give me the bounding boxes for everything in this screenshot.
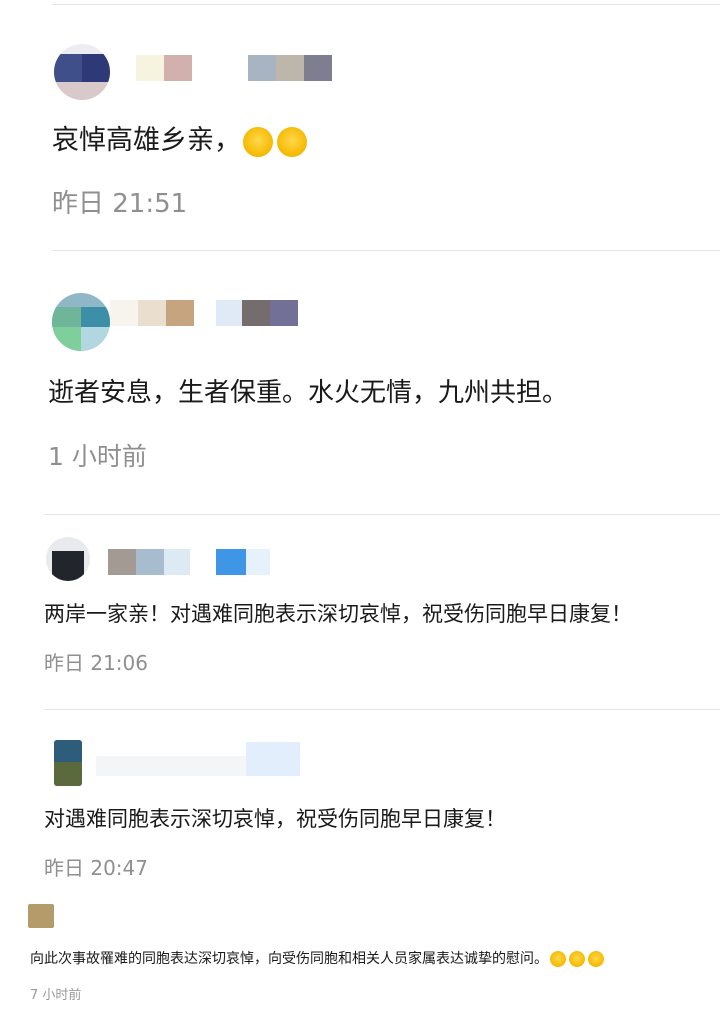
avatar[interactable] xyxy=(52,293,110,351)
avatar-pixel xyxy=(52,327,81,351)
comment-text-content: 向此次事故罹难的同胞表达深切哀悼，向受伤同胞和相关人员家属表达诚挚的慰问。 xyxy=(30,951,548,967)
comment-text: 哀悼高雄乡亲， xyxy=(52,122,307,160)
avatar[interactable] xyxy=(54,740,82,786)
comment-text: 向此次事故罹难的同胞表达深切哀悼，向受伤同胞和相关人员家属表达诚挚的慰问。 xyxy=(30,948,604,970)
comment-timestamp: 昨日 21:06 xyxy=(44,651,148,675)
crying-face-icon xyxy=(243,126,273,157)
username-redacted[interactable] xyxy=(96,742,300,776)
comment-timestamp: 昨日 20:47 xyxy=(44,856,148,880)
comment-feed: 哀悼高雄乡亲， 昨日 21:51 逝者安息，生者保重。水火无情，九州共担。 1 … xyxy=(0,0,720,1016)
avatar-pixel xyxy=(82,54,110,82)
comment-text-content: 哀悼高雄乡亲， xyxy=(52,125,241,156)
crying-face-icon xyxy=(550,951,566,967)
avatar-pixel xyxy=(52,307,81,327)
avatar-pixel xyxy=(54,82,110,100)
comment-timestamp: 1 小时前 xyxy=(48,442,147,471)
avatar-pixel xyxy=(81,307,110,327)
avatar[interactable] xyxy=(54,44,110,100)
comment-timestamp: 昨日 21:51 xyxy=(52,189,188,219)
comment-item[interactable]: 对遇难同胞表示深切哀悼，祝受伤同胞早日康复！ 昨日 20:47 xyxy=(0,710,720,904)
crying-face-icon xyxy=(588,951,604,967)
comment-item[interactable]: 哀悼高雄乡亲， 昨日 21:51 xyxy=(0,0,720,250)
comment-item[interactable]: 逝者安息，生者保重。水火无情，九州共担。 1 小时前 xyxy=(0,251,720,514)
username-redacted[interactable] xyxy=(136,55,332,81)
crying-face-icon xyxy=(569,951,585,967)
avatar-pixel xyxy=(54,762,82,786)
comment-text: 对遇难同胞表示深切哀悼，祝受伤同胞早日康复！ xyxy=(44,807,506,831)
comment-text: 两岸一家亲！对遇难同胞表示深切哀悼，祝受伤同胞早日康复！ xyxy=(44,602,632,626)
avatar[interactable] xyxy=(28,904,54,928)
comment-item[interactable]: 两岸一家亲！对遇难同胞表示深切哀悼，祝受伤同胞早日康复！ 昨日 21:06 xyxy=(0,515,720,709)
username-redacted[interactable] xyxy=(108,549,270,575)
comment-item[interactable]: 向此次事故罹难的同胞表达深切哀悼，向受伤同胞和相关人员家属表达诚挚的慰问。 7 … xyxy=(0,900,720,1016)
username-redacted[interactable] xyxy=(110,300,298,326)
comment-text: 逝者安息，生者保重。水火无情，九州共担。 xyxy=(48,378,569,408)
crying-face-icon xyxy=(277,126,307,157)
avatar-pixel xyxy=(81,327,110,351)
avatar[interactable] xyxy=(46,537,90,581)
avatar-pixel xyxy=(52,551,84,581)
avatar-pixel xyxy=(54,54,82,82)
avatar-pixel xyxy=(54,740,82,762)
comment-timestamp: 7 小时前 xyxy=(30,988,82,1003)
